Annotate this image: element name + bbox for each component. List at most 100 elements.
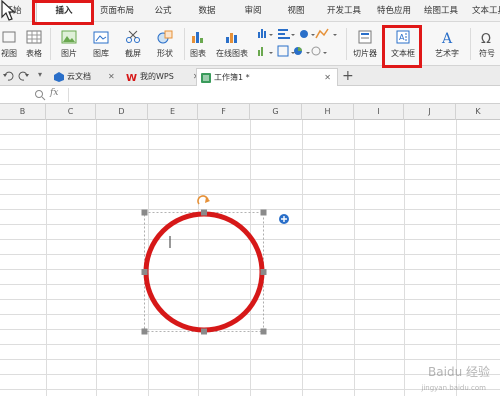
doc-tab-cloud-label: 云文档	[67, 72, 91, 81]
column-header[interactable]: C	[46, 104, 96, 120]
layout-options-icon[interactable]	[279, 214, 289, 224]
picture-button[interactable]: 图片	[54, 22, 84, 66]
svg-text:Ω: Ω	[481, 32, 491, 44]
tab-formulas-label: 公式	[154, 6, 172, 16]
ribbon-divider	[470, 28, 471, 60]
scissors-icon	[126, 30, 140, 43]
screenshot-button[interactable]: 截屏	[118, 22, 148, 66]
gallery-button[interactable]: 图库	[86, 22, 116, 66]
picture-label: 图片	[61, 48, 77, 58]
spreadsheet-window: 开始 插入 页面布局 公式 数据 审阅 视图 开发工具 特色应用 绘图工具 文本…	[0, 0, 500, 396]
column-header-row: B C D E F G H I J K	[0, 104, 500, 120]
shapes-label: 形状	[157, 48, 173, 58]
zoom-icon[interactable]	[34, 89, 46, 101]
tab-special-label: 特色应用	[376, 6, 411, 16]
document-tab-bar: ▾ 云文档 ✕ W 我的WPS ✕ 工作簿1 * ✕ +	[0, 66, 500, 86]
tab-view-label: 视图	[287, 6, 305, 16]
tab-drawing-tools-label: 绘图工具	[423, 6, 458, 16]
table-icon	[26, 30, 42, 43]
chart-button[interactable]: 图表	[186, 22, 210, 66]
tab-page-layout[interactable]: 页面布局	[92, 0, 142, 22]
mouse-pointer-icon	[1, 0, 16, 21]
tab-developer[interactable]: 开发工具	[318, 0, 370, 22]
shapes-icon	[157, 30, 173, 43]
view-icon	[2, 31, 16, 42]
ribbon-divider	[50, 28, 51, 60]
bar-chart-icon	[192, 31, 203, 43]
tab-drawing-tools[interactable]: 绘图工具	[418, 0, 464, 22]
svg-text:W: W	[126, 73, 137, 82]
online-chart-label: 在线图表	[216, 48, 248, 58]
tab-review-label: 审阅	[244, 6, 262, 16]
close-icon[interactable]: ✕	[324, 70, 331, 86]
picture-icon	[61, 30, 77, 43]
wordart-label: 艺术字	[435, 48, 459, 58]
column-header[interactable]: B	[0, 104, 46, 120]
omega-icon: Ω	[481, 32, 491, 44]
column-header[interactable]: I	[354, 104, 404, 120]
resize-handles[interactable]	[141, 209, 267, 335]
gallery-icon	[93, 31, 109, 43]
svg-text:A: A	[441, 31, 453, 44]
rotate-handle-icon[interactable]	[197, 195, 210, 205]
close-icon[interactable]: ✕	[108, 69, 115, 85]
slicer-label: 切片器	[353, 48, 377, 58]
tab-special[interactable]: 特色应用	[372, 0, 416, 22]
wps-logo-icon: W	[126, 73, 137, 82]
watermark: Baidu 经验	[428, 365, 490, 379]
fx-label: fx	[50, 88, 59, 98]
column-header[interactable]: E	[148, 104, 198, 120]
tab-formulas[interactable]: 公式	[142, 0, 184, 22]
spreadsheet-icon	[201, 72, 211, 83]
doc-tab-mywps-label: 我的WPS	[140, 72, 174, 81]
red-circle	[143, 211, 265, 333]
column-header[interactable]: G	[250, 104, 302, 120]
formula-input[interactable]	[68, 88, 498, 102]
table-label: 表格	[26, 48, 42, 58]
new-tab-button[interactable]: +	[342, 66, 354, 86]
symbol-button[interactable]: Ω 符号	[472, 22, 500, 66]
view-label: 视图	[1, 48, 17, 58]
watermark-url: jingyan.baidu.com	[421, 384, 486, 392]
doc-tab-mywps[interactable]: W 我的WPS ✕	[122, 68, 204, 86]
highlight-insert-tab	[32, 0, 94, 25]
chart-label: 图表	[190, 48, 206, 58]
doc-tab-cloud[interactable]: 云文档 ✕	[50, 68, 119, 86]
column-header[interactable]: J	[404, 104, 456, 120]
slicer-icon	[358, 30, 372, 43]
column-header[interactable]: H	[302, 104, 354, 120]
wordart-icon: A	[441, 31, 453, 44]
doc-tab-workbook-label: 工作簿1 *	[214, 72, 250, 82]
symbol-label: 符号	[479, 48, 495, 58]
cloud-doc-icon	[54, 72, 64, 82]
wordart-button[interactable]: A 艺术字	[424, 22, 470, 66]
tab-data-label: 数据	[198, 6, 216, 16]
doc-tab-workbook[interactable]: 工作簿1 * ✕	[196, 68, 338, 86]
online-chart-icon	[226, 32, 237, 43]
slicer-button[interactable]: 切片器	[348, 22, 382, 66]
ribbon-divider	[184, 28, 185, 60]
view-button[interactable]: 视图	[0, 22, 22, 66]
shapes-button[interactable]: 形状	[150, 22, 180, 66]
column-header[interactable]: D	[96, 104, 148, 120]
screenshot-label: 截屏	[125, 48, 141, 58]
highlight-textbox-button	[382, 25, 422, 68]
formula-bar: fx	[0, 86, 500, 104]
tab-review[interactable]: 审阅	[232, 0, 274, 22]
dropdown-arrow-icon[interactable]: ▾	[38, 70, 42, 79]
table-button[interactable]: 表格	[22, 22, 46, 66]
chart-type-icons[interactable]	[256, 26, 342, 62]
undo-redo-icons[interactable]	[2, 70, 32, 82]
tab-data[interactable]: 数据	[186, 0, 228, 22]
tab-view[interactable]: 视图	[276, 0, 316, 22]
column-header[interactable]: F	[198, 104, 250, 120]
circle-shape[interactable]	[136, 194, 296, 344]
tab-page-layout-label: 页面布局	[99, 6, 134, 16]
ribbon: 视图 表格 图片 图库 截屏 形状 图表 在线图表 切片器 A 文本框 A 艺术…	[0, 22, 500, 66]
gallery-label: 图库	[93, 48, 109, 58]
tab-developer-label: 开发工具	[326, 6, 361, 16]
tab-text-tools[interactable]: 文本工具	[466, 0, 500, 22]
tab-text-tools-label: 文本工具	[471, 6, 500, 16]
column-header[interactable]: K	[456, 104, 500, 120]
online-chart-button[interactable]: 在线图表	[212, 22, 252, 66]
